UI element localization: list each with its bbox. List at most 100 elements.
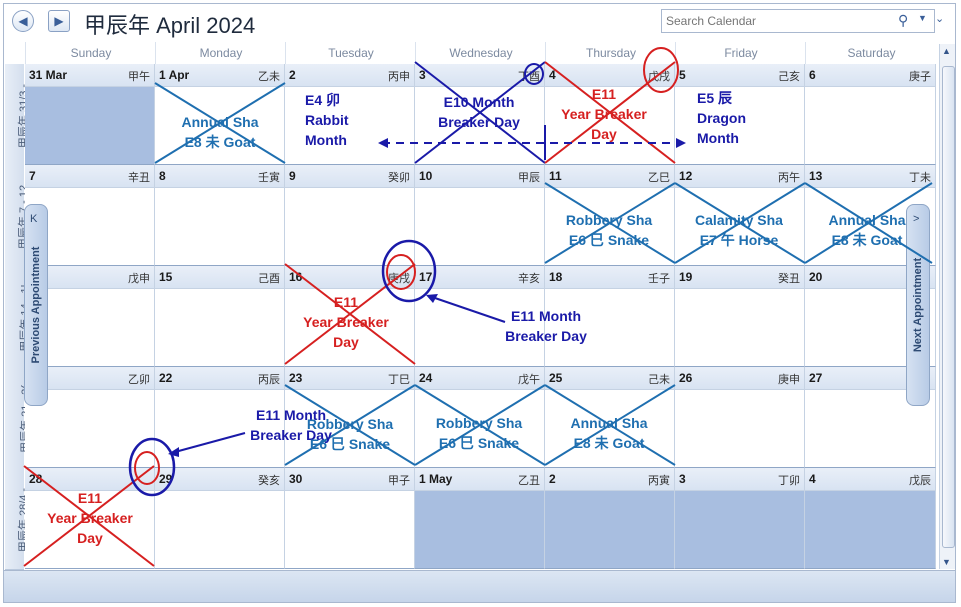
day-cell-header: 31 Mar 甲午 [25, 64, 154, 87]
stem-branch-label: 甲辰 [518, 172, 540, 184]
week-label: 甲辰年 31/3 - [5, 64, 30, 166]
day-cell[interactable]: 4 戊辰 [805, 468, 936, 569]
day-number: 27 [809, 371, 823, 385]
day-cell-header: 3 丁酉 [415, 64, 544, 87]
day-cell-header: 1 Apr 乙未 [155, 64, 284, 87]
stem-branch-label: 辛亥 [518, 273, 540, 285]
chevron-down-icon[interactable]: ▼ [918, 13, 927, 23]
day-number: 26 [679, 371, 693, 385]
day-number: 31 Mar [29, 68, 68, 82]
day-cell-header: 12 丙午 [675, 165, 804, 188]
stem-branch-label: 癸丑 [778, 273, 800, 285]
day-cell-header: 30 甲子 [285, 468, 414, 491]
day-number: 3 [419, 68, 426, 82]
day-cell-header: 26 庚申 [675, 367, 804, 390]
day-number: 13 [809, 169, 823, 183]
stem-branch-label: 庚戌 [388, 273, 410, 285]
day-cell[interactable]: 19 癸丑 [675, 266, 805, 367]
day-cell-header: 10 甲辰 [415, 165, 544, 188]
day-cell[interactable]: 29 癸亥 [155, 468, 285, 569]
day-header: Monday [155, 42, 286, 64]
stem-branch-label: 丙申 [388, 71, 410, 83]
annotation-label: Annual Sha E8 未 Goat [828, 212, 906, 248]
day-number: 28 [29, 472, 43, 486]
day-cell[interactable]: 1 May 乙丑 [415, 468, 545, 569]
stem-branch-label: 丁未 [909, 172, 931, 184]
day-number: 30 [289, 472, 303, 486]
stem-branch-label: 乙未 [258, 71, 280, 83]
stem-branch-label: 丁酉 [518, 71, 540, 83]
day-cell[interactable]: 3 丁卯 [675, 468, 805, 569]
annotation-label: E11 Month Breaker Day [505, 308, 587, 344]
stem-branch-label: 庚申 [778, 374, 800, 386]
day-cell-header: 9 癸卯 [285, 165, 414, 188]
stem-branch-label: 丙辰 [258, 374, 280, 386]
day-number: 17 [419, 270, 433, 284]
stem-branch-label: 辛丑 [128, 172, 150, 184]
day-number: 11 [549, 169, 562, 183]
day-cell[interactable]: 6 庚子 [805, 64, 936, 165]
day-cell[interactable]: 8 壬寅 [155, 165, 285, 266]
stem-branch-label: 丁巳 [388, 374, 410, 386]
day-cell[interactable]: 10 甲辰 [415, 165, 545, 266]
status-bar [4, 570, 955, 602]
day-number: 8 [159, 169, 166, 183]
day-number: 29 [159, 472, 173, 486]
day-cell-header: 8 壬寅 [155, 165, 284, 188]
day-header: Friday [675, 42, 806, 64]
title-bar: ◀ ▶ 甲辰年 April 2024 ⚲ ▼ ⌄ [4, 4, 955, 40]
annotation-label: E11 Year Breaker Day [561, 86, 647, 142]
stem-branch-label: 壬寅 [258, 172, 280, 184]
day-number: 24 [419, 371, 433, 385]
day-cell[interactable]: 31 Mar 甲午 [25, 64, 155, 165]
day-number: 1 Apr [159, 68, 190, 82]
stem-branch-label: 癸亥 [258, 475, 280, 487]
chevron-left-icon[interactable]: K [30, 213, 37, 225]
annotation-label: E5 辰 Dragon Month [697, 90, 746, 146]
day-header: Thursday [545, 42, 676, 64]
previous-appointment-tab[interactable]: K Previous Appointment [24, 204, 48, 406]
week-label: 甲辰年 28/4 - [5, 468, 30, 570]
collapse-icon[interactable]: ⌄ [935, 12, 944, 25]
day-header: Saturday [805, 42, 937, 64]
day-cell-header: 1 May 乙丑 [415, 468, 544, 491]
day-cell-header: 13 丁未 [805, 165, 935, 188]
day-cell[interactable]: 15 己酉 [155, 266, 285, 367]
day-number: 5 [679, 68, 686, 82]
day-cell-header: 15 己酉 [155, 266, 284, 289]
day-number: 18 [549, 270, 563, 284]
scroll-down-icon[interactable]: ▼ [942, 557, 951, 567]
back-arrow-icon[interactable]: ◀ [12, 10, 34, 32]
vertical-scrollbar[interactable]: ▲ ▼ [939, 44, 955, 569]
stem-branch-label: 庚子 [909, 71, 931, 83]
day-number: 20 [809, 270, 823, 284]
stem-branch-label: 乙丑 [518, 475, 540, 487]
day-number: 9 [289, 169, 296, 183]
annotation-label: Robbery Sha E6 巳 Snake [565, 212, 653, 248]
day-cell-header: 4 戊辰 [805, 468, 935, 491]
search-input[interactable] [664, 12, 888, 30]
day-header: Tuesday [285, 42, 416, 64]
day-number: 25 [549, 371, 563, 385]
day-cell-header: 7 辛丑 [25, 165, 154, 188]
scroll-up-icon[interactable]: ▲ [942, 46, 951, 56]
day-cell[interactable]: 26 庚申 [675, 367, 805, 468]
page-title: 甲辰年 April 2024 [84, 13, 256, 38]
search-box[interactable]: ⚲ ▼ [661, 9, 935, 33]
day-cell[interactable]: 30 甲子 [285, 468, 415, 569]
scroll-thumb[interactable] [942, 66, 955, 548]
stem-branch-label: 戊午 [518, 374, 540, 386]
day-number: 6 [809, 68, 816, 82]
stem-branch-label: 戊申 [128, 273, 150, 285]
search-icon[interactable]: ⚲ [898, 12, 908, 29]
day-cell-header: 19 癸丑 [675, 266, 804, 289]
day-number: 12 [679, 169, 693, 183]
stem-branch-label: 甲子 [388, 475, 410, 487]
forward-arrow-icon[interactable]: ▶ [48, 10, 70, 32]
annotation-label: Annual Sha E8 未 Goat [181, 114, 259, 150]
day-number: 2 [549, 472, 556, 486]
week-label: 甲辰年 14 - 1! [5, 266, 32, 368]
day-cell[interactable]: 2 丙寅 [545, 468, 675, 569]
day-cell[interactable]: 9 癸卯 [285, 165, 415, 266]
day-number: 4 [549, 68, 556, 82]
